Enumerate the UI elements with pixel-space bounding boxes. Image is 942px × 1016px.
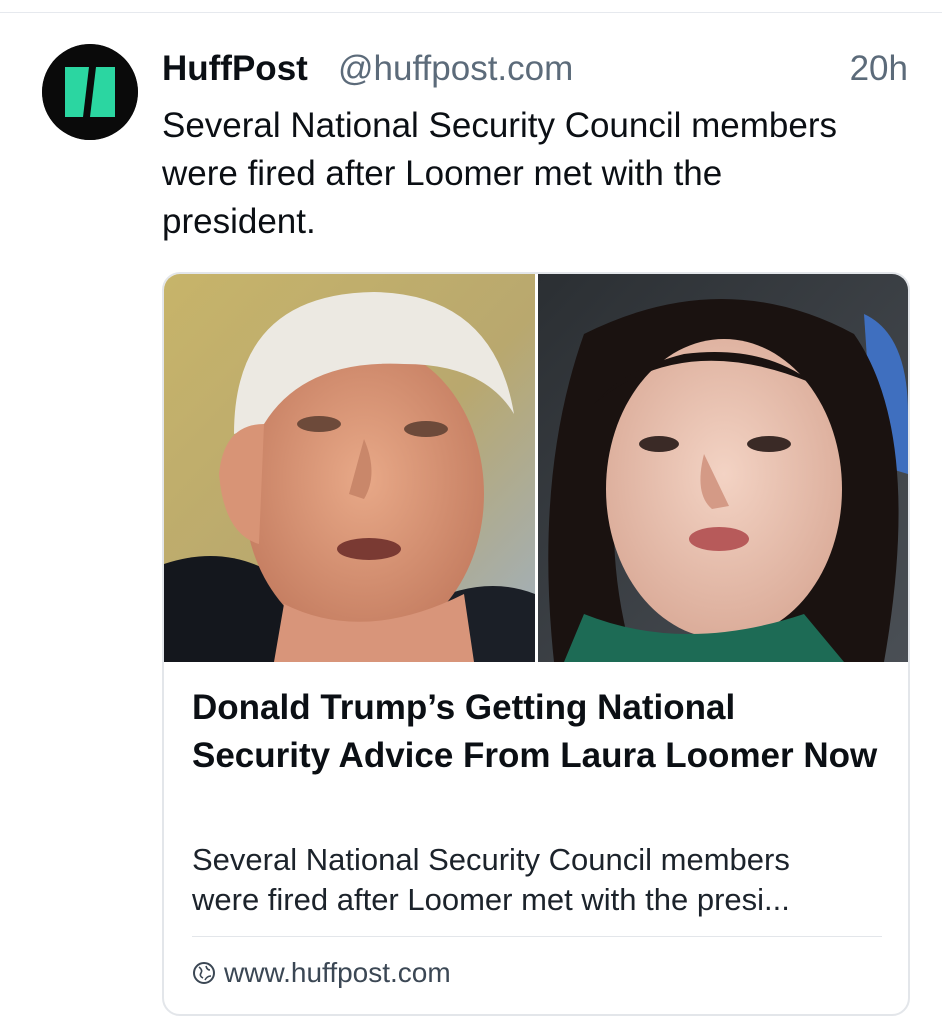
link-card-description: Several National Security Council member… (192, 840, 892, 920)
link-card-image[interactable] (164, 274, 908, 662)
photo-right (538, 274, 908, 662)
link-card-domain-text[interactable]: www.huffpost.com (224, 954, 451, 992)
post-timestamp[interactable]: 20h (850, 46, 908, 92)
link-card[interactable]: Donald Trump’s Getting National Security… (162, 272, 910, 1016)
link-card-title[interactable]: Donald Trump’s Getting National Security… (192, 684, 882, 780)
top-divider (0, 12, 942, 13)
author-handle[interactable]: @huffpost.com (338, 46, 573, 92)
huffpost-logo-icon (42, 44, 138, 140)
link-card-divider (192, 936, 882, 937)
link-card-description-line-2: were fired after Loomer met with the pre… (192, 882, 790, 917)
post-text: Several National Security Council member… (162, 106, 837, 241)
post-header: HuffPost @huffpost.com 20h (162, 46, 910, 96)
globe-icon (193, 962, 215, 984)
link-card-description-line-1: Several National Security Council member… (192, 842, 790, 877)
photo-left (164, 274, 535, 662)
author-name[interactable]: HuffPost (162, 46, 308, 92)
author-avatar[interactable] (42, 44, 138, 140)
link-card-domain[interactable]: www.huffpost.com (192, 954, 451, 992)
